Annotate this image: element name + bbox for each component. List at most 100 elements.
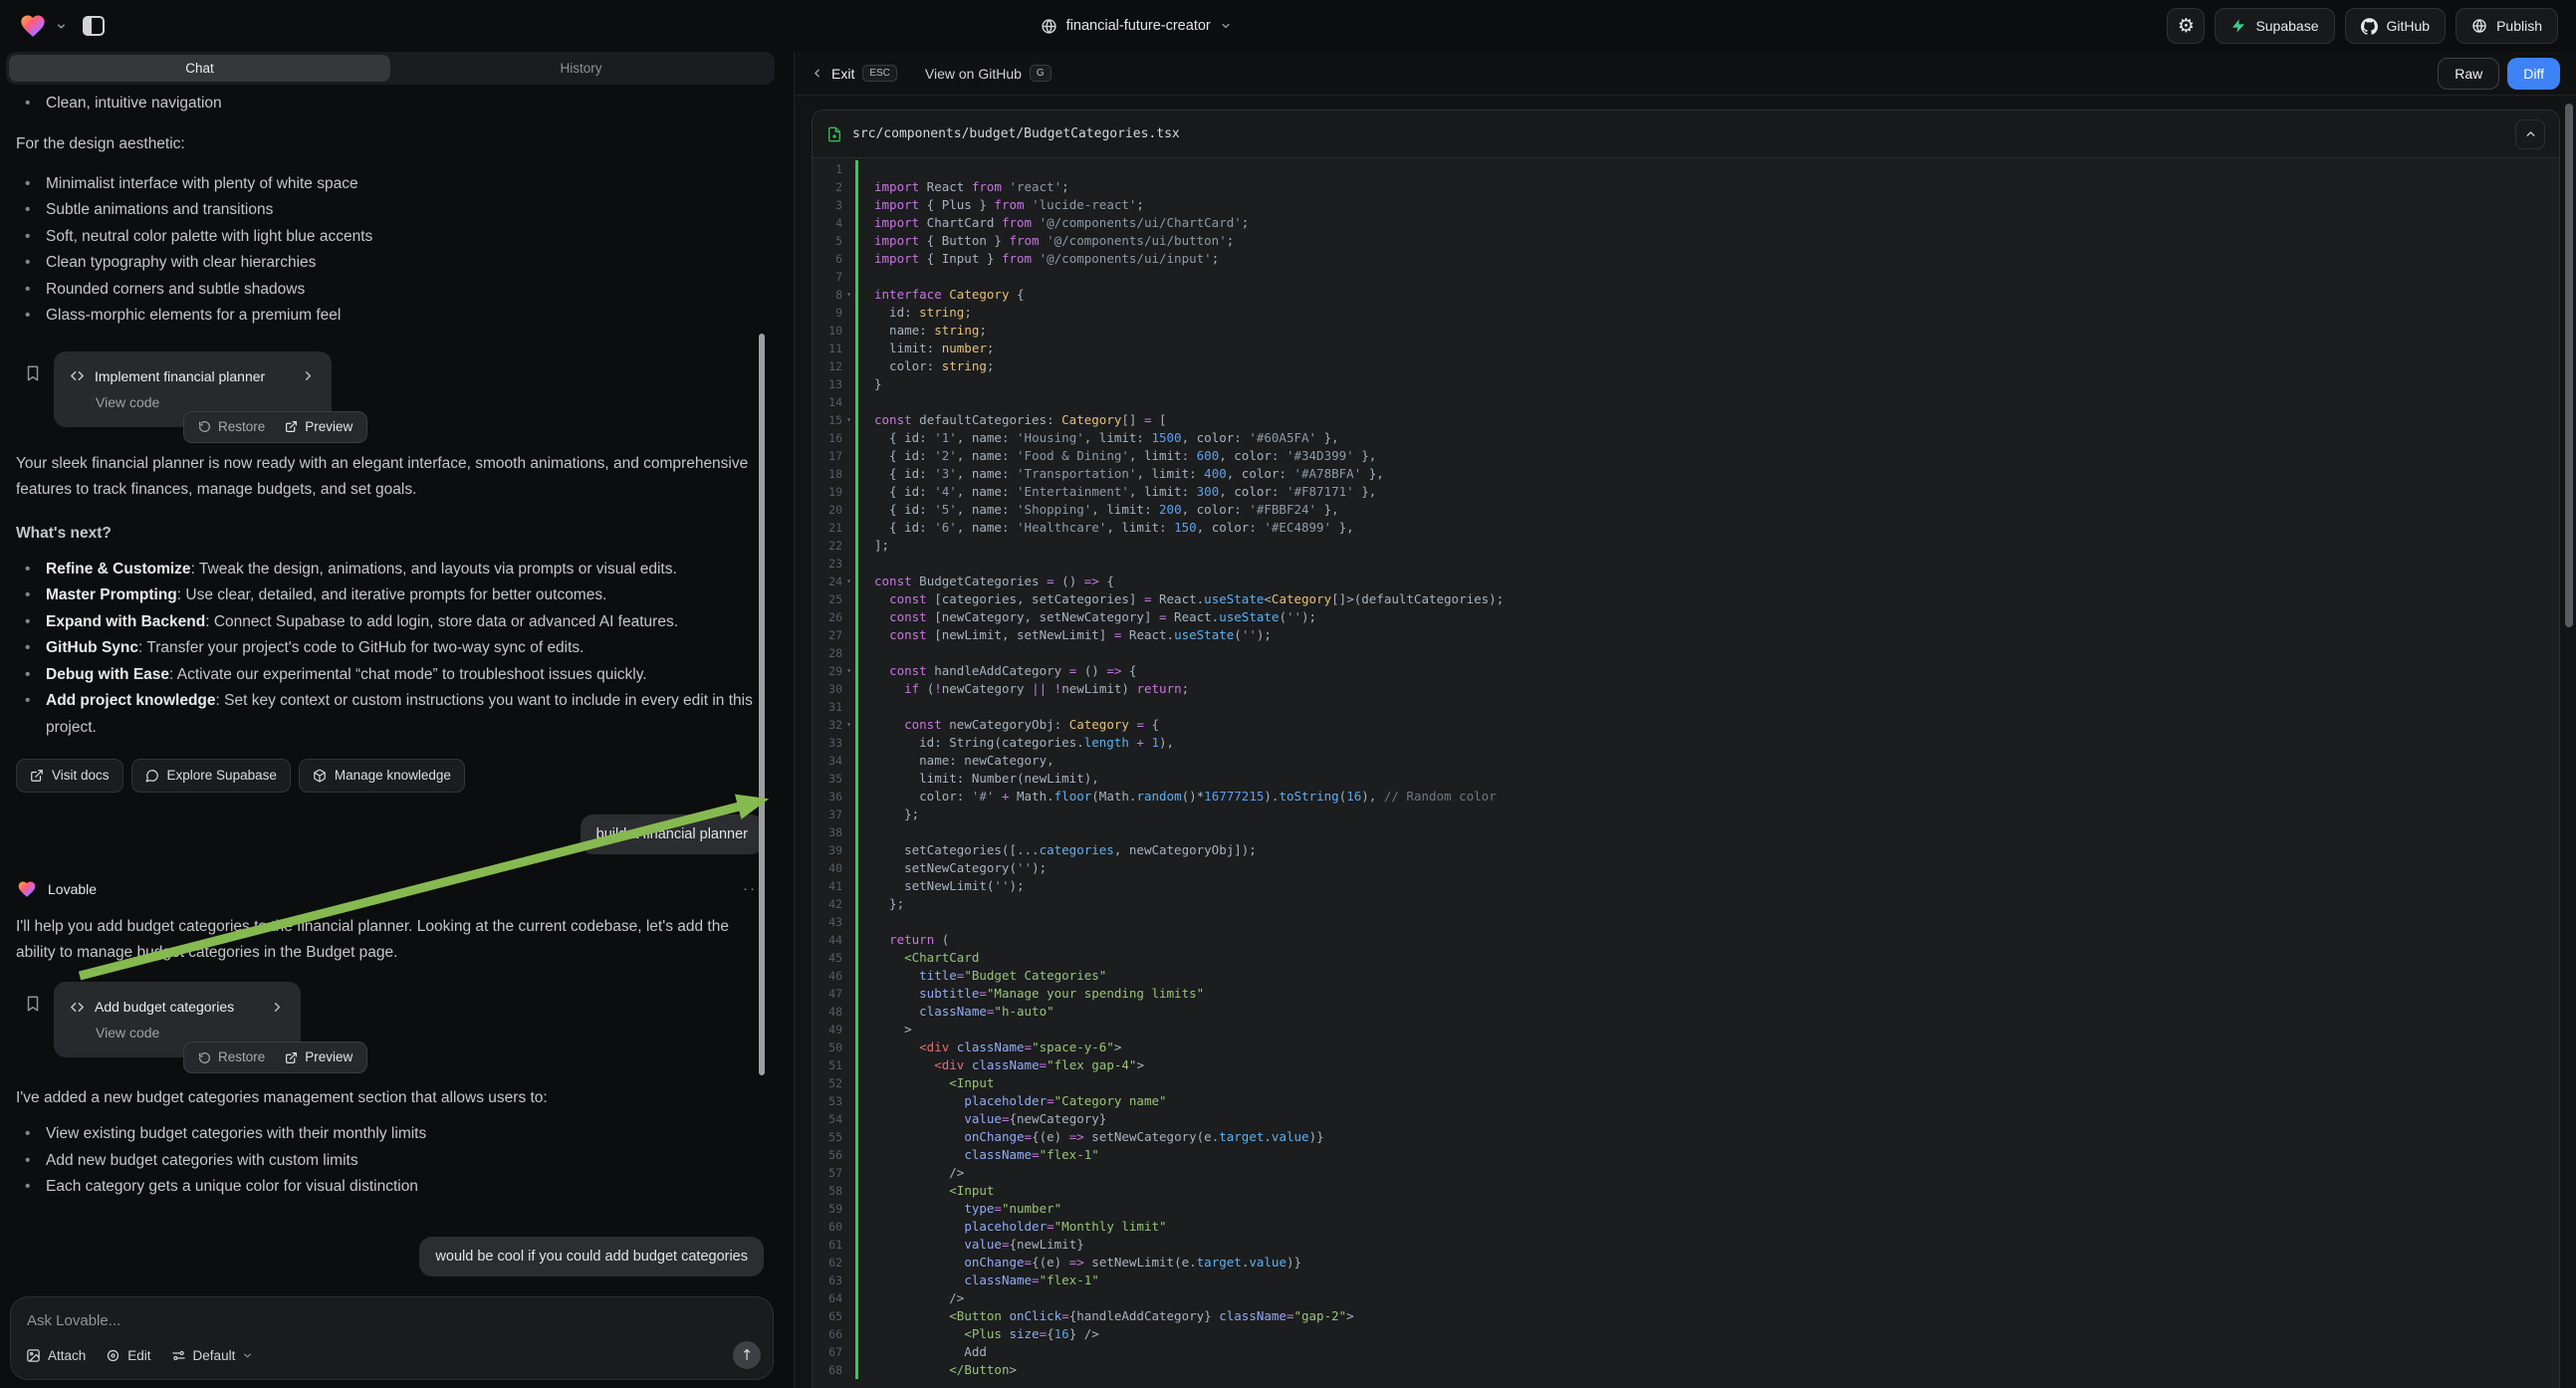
diff-toggle-button[interactable]: Diff: [2507, 58, 2560, 90]
code-line: 22];: [813, 537, 2559, 555]
chat-history-tabs: Chat History: [6, 52, 775, 85]
lovable-avatar: [16, 879, 38, 899]
gear-icon: ⚙: [2178, 17, 2195, 36]
code-line: 30 if (!newCategory || !newLimit) return…: [813, 680, 2559, 698]
code-line: 52 <Input: [813, 1074, 2559, 1092]
code-editor[interactable]: 12import React from 'react';3import { Pl…: [813, 158, 2559, 1379]
code-line: 65 <Button onClick={handleAddCategory} c…: [813, 1307, 2559, 1325]
esc-shortcut-badge: ESC: [862, 65, 897, 82]
globe-icon: [1041, 18, 1057, 35]
publish-button[interactable]: Publish: [2456, 8, 2558, 44]
supabase-button[interactable]: Supabase: [2215, 8, 2334, 44]
chevron-right-icon: [301, 368, 316, 383]
arrow-up-icon: ↑: [741, 1346, 754, 1364]
file-path: src/components/budget/BudgetCategories.t…: [852, 126, 1180, 141]
publish-globe-icon: [2471, 18, 2487, 34]
code-line: 6import { Input } from '@/components/ui/…: [813, 250, 2559, 268]
code-line: 47 subtitle="Manage your spending limits…: [813, 985, 2559, 1003]
lovable-logo-icon[interactable]: [18, 12, 48, 40]
manage-knowledge-button[interactable]: Manage knowledge: [299, 759, 465, 793]
added-bullet-list: View existing budget categories with the…: [16, 1121, 764, 1201]
mode-selector[interactable]: Default: [171, 1348, 254, 1363]
code-line: 37 };: [813, 806, 2559, 823]
project-switcher[interactable]: financial-future-creator: [105, 18, 2167, 35]
added-text: I've added a new budget categories manag…: [16, 1085, 764, 1111]
code-line: 25 const [categories, setCategories] = R…: [813, 590, 2559, 608]
chat-input[interactable]: [27, 1307, 757, 1333]
view-on-github-button[interactable]: View on GitHub G: [925, 65, 1052, 82]
design-bullet-list: Minimalist interface with plenty of whit…: [16, 171, 764, 330]
code-line: 50 <div className="space-y-6">: [813, 1039, 2559, 1056]
send-button[interactable]: ↑: [733, 1341, 761, 1369]
restore-preview-toolbar: Restore Preview: [183, 411, 367, 443]
code-line: 35 limit: Number(newLimit),: [813, 770, 2559, 788]
code-icon: [70, 368, 85, 383]
chevron-right-icon: [270, 1000, 285, 1015]
chat-message-list: Clean, intuitive navigation For the desi…: [0, 89, 794, 1288]
code-line: 14: [813, 393, 2559, 411]
tab-chat[interactable]: Chat: [9, 55, 390, 82]
code-line: 67 Add: [813, 1343, 2559, 1361]
list-item: View existing budget categories with the…: [16, 1121, 764, 1148]
preview-button[interactable]: Preview: [277, 1042, 360, 1072]
list-item: Master Prompting: Use clear, detailed, a…: [16, 582, 764, 609]
whats-next-heading: What's next?: [16, 521, 764, 547]
code-line: 41 setNewLimit('');: [813, 877, 2559, 895]
code-line: 21 { id: '6', name: 'Healthcare', limit:…: [813, 519, 2559, 537]
github-button[interactable]: GitHub: [2345, 8, 2447, 44]
list-item: Clean, intuitive navigation: [16, 91, 764, 117]
bookmark-icon[interactable]: [24, 994, 42, 1014]
chat-scrollbar-thumb[interactable]: [759, 334, 765, 1075]
tab-history[interactable]: History: [390, 55, 772, 82]
edit-card-implement-financial-planner[interactable]: Implement financial planner View code Re…: [54, 351, 332, 427]
restore-button[interactable]: Restore: [190, 1042, 273, 1072]
code-line: 2import React from 'react';: [813, 178, 2559, 196]
code-line: 46 title="Budget Categories": [813, 967, 2559, 985]
attach-button[interactable]: Attach: [26, 1348, 86, 1363]
file-header[interactable]: src/components/budget/BudgetCategories.t…: [813, 111, 2559, 158]
restore-button[interactable]: Restore: [190, 412, 273, 442]
code-line: 23: [813, 555, 2559, 573]
code-line: 45 <ChartCard: [813, 949, 2559, 967]
chevron-down-icon[interactable]: [56, 21, 67, 32]
raw-toggle-button[interactable]: Raw: [2438, 58, 2499, 90]
design-intro-text: For the design aesthetic:: [16, 131, 764, 157]
list-item: Refine & Customize: Tweak the design, an…: [16, 557, 764, 583]
list-item: GitHub Sync: Transfer your project's cod…: [16, 635, 764, 662]
visit-docs-button[interactable]: Visit docs: [16, 759, 123, 793]
user-message: would be cool if you could add budget ca…: [419, 1237, 764, 1276]
explore-supabase-button[interactable]: Explore Supabase: [131, 759, 291, 793]
code-line: 54 value={newCategory}: [813, 1110, 2559, 1128]
code-line: 29▾ const handleAddCategory = () => {: [813, 662, 2559, 680]
assistant-header: Lovable ···: [16, 876, 764, 902]
code-line: 55 onChange={(e) => setNewCategory(e.tar…: [813, 1128, 2559, 1146]
edit-card-add-budget-categories[interactable]: Add budget categories View code Restore …: [54, 982, 301, 1057]
code-line: 9 id: string;: [813, 304, 2559, 322]
list-item: Rounded corners and subtle shadows: [16, 277, 764, 304]
list-item: Clean typography with clear hierarchies: [16, 250, 764, 277]
bookmark-icon[interactable]: [24, 363, 42, 383]
code-line: 66 <Plus size={16} />: [813, 1325, 2559, 1343]
preview-button[interactable]: Preview: [277, 412, 360, 442]
code-line: 17 { id: '2', name: 'Food & Dining', lim…: [813, 447, 2559, 465]
sliders-icon: [171, 1348, 186, 1363]
message-circle-icon: [145, 769, 159, 783]
code-line: 27 const [newLimit, setNewLimit] = React…: [813, 626, 2559, 644]
code-line: 8▾interface Category {: [813, 286, 2559, 304]
sidebar-toggle-icon[interactable]: [83, 16, 105, 36]
image-icon: [26, 1348, 41, 1363]
code-scrollbar-thumb[interactable]: [2565, 104, 2573, 627]
code-line: 26 const [newCategory, setNewCategory] =…: [813, 608, 2559, 626]
edit-mode-button[interactable]: Edit: [106, 1348, 150, 1363]
code-line: 33 id: String(categories.length + 1),: [813, 734, 2559, 752]
settings-button[interactable]: ⚙: [2167, 8, 2205, 44]
code-file-card: src/components/budget/BudgetCategories.t…: [812, 110, 2560, 1388]
collapse-file-button[interactable]: [2515, 119, 2545, 149]
exit-button[interactable]: Exit ESC: [811, 65, 897, 82]
code-line: 64 />: [813, 1289, 2559, 1307]
code-line: 24▾const BudgetCategories = () => {: [813, 573, 2559, 590]
code-line: 61 value={newLimit}: [813, 1236, 2559, 1254]
code-line: 40 setNewCategory('');: [813, 859, 2559, 877]
chevron-down-icon: [1220, 20, 1232, 32]
code-icon: [70, 1000, 85, 1015]
